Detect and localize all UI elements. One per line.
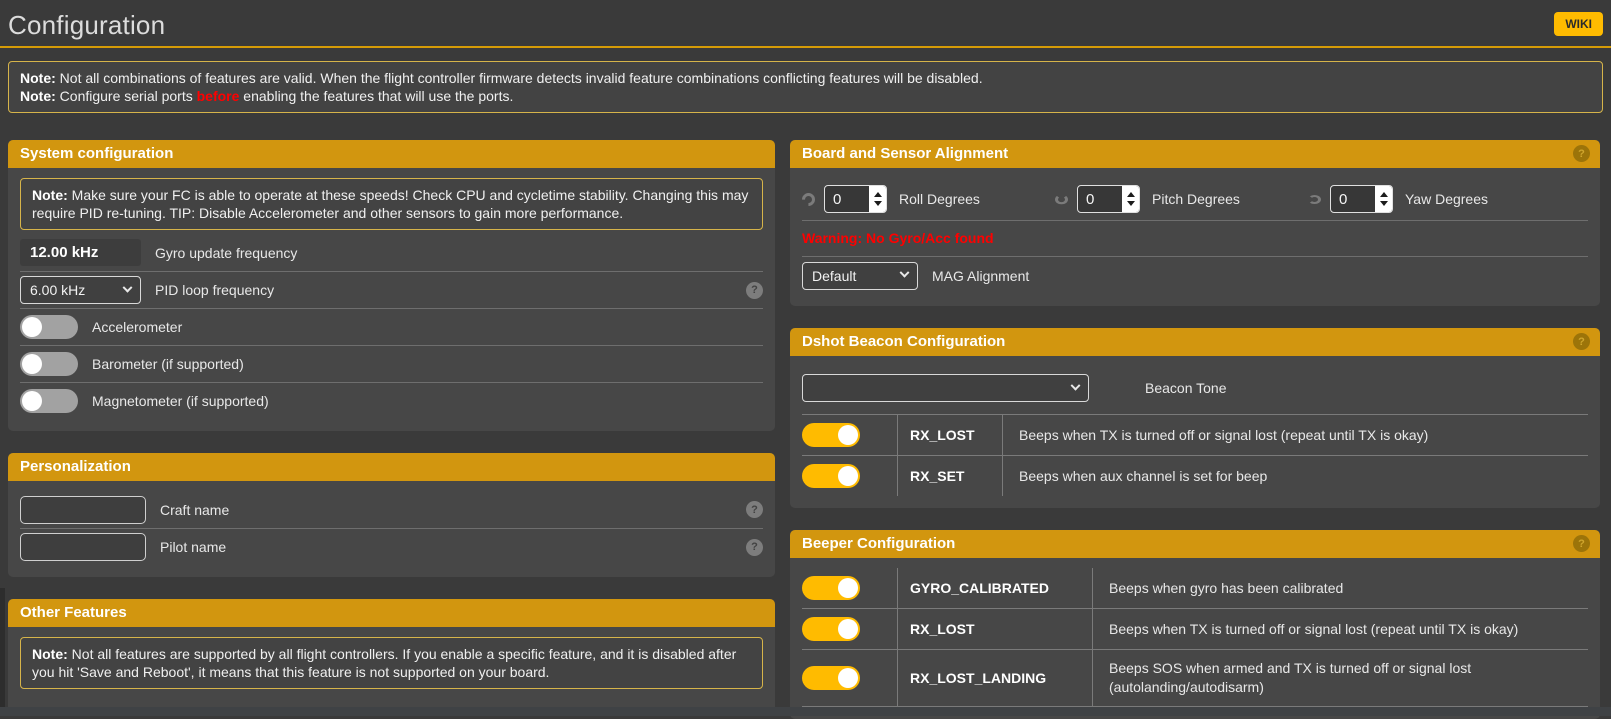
pitch-degrees-input-group [1077,185,1140,213]
barometer-row: Barometer (if supported) [20,345,763,382]
mag-alignment-row: Default MAG Alignment [802,257,1588,294]
craft-name-row: Craft name [20,491,763,528]
viewport-bottom-strip [0,707,1611,716]
gyro-calibrated-toggle[interactable] [802,576,860,600]
spin-down-icon [874,201,882,206]
dshot-rx-set-row: RX_SET Beeps when aux channel is set for… [802,456,1588,496]
beeper-configuration-panel: Beeper Configuration GYRO_CALIBRATED Bee… [790,530,1600,719]
system-configuration-panel: System configuration Note: Make sure you… [8,140,775,431]
accelerometer-toggle[interactable] [20,315,78,339]
roll-axis-group: Roll Degrees [802,185,1055,213]
beeper-configuration-header: Beeper Configuration [790,530,1600,558]
toggle-knob [838,425,858,445]
pid-frequency-select[interactable]: 6.00 kHz [20,276,141,304]
top-note-line2: Note: Configure serial ports before enab… [20,87,1591,105]
roll-spinner[interactable] [869,186,886,212]
dshot-rx-lost-row: RX_LOST Beeps when TX is turned off or s… [802,415,1588,456]
beacon-tone-select[interactable] [802,374,1089,402]
help-icon[interactable] [746,282,763,299]
toggle-knob [838,578,858,598]
help-icon[interactable] [746,539,763,556]
other-features-panel: Other Features Note: Not all features ar… [8,599,775,715]
spin-down-icon [1380,201,1388,206]
pitch-spinner[interactable] [1122,186,1139,212]
toggle-knob [22,354,42,374]
spin-down-icon [1127,201,1135,206]
magnetometer-row: Magnetometer (if supported) [20,382,763,419]
beeper-rx-lost-landing-row: RX_LOST_LANDING Beeps SOS when armed and… [802,650,1588,707]
magnetometer-toggle[interactable] [20,389,78,413]
pid-frequency-row: 6.00 kHz PID loop frequency [20,271,763,308]
spin-up-icon [874,192,882,197]
dshot-beacon-header: Dshot Beacon Configuration [790,328,1600,356]
dshot-beacon-panel: Dshot Beacon Configuration Beacon Tone R… [790,328,1600,508]
gyro-frequency-row: 12.00 kHz Gyro update frequency [20,234,763,271]
toggle-knob [838,668,858,688]
system-note-box: Note: Make sure your FC is able to opera… [20,178,763,230]
toggle-knob [22,391,42,411]
help-icon[interactable] [1573,535,1590,552]
board-sensor-alignment-panel: Board and Sensor Alignment Roll Degrees [790,140,1600,306]
mag-alignment-select[interactable]: Default [802,262,918,290]
personalization-header: Personalization [8,453,775,481]
gyro-frequency-label: Gyro update frequency [155,245,297,261]
chevron-down-icon [123,282,133,292]
barometer-toggle[interactable] [20,352,78,376]
system-configuration-header: System configuration [8,140,775,168]
beeper-rx-lost-row: RX_LOST Beeps when TX is turned off or s… [802,609,1588,650]
other-features-note-box: Note: Not all features are supported by … [20,637,763,689]
roll-degrees-input[interactable] [825,186,869,212]
page-title: Configuration [8,10,1611,41]
toggle-knob [838,466,858,486]
before-highlight: before [197,88,240,104]
toggle-knob [838,619,858,639]
pitch-degrees-input[interactable] [1078,186,1122,212]
yaw-spinner[interactable] [1375,186,1392,212]
yaw-degrees-input-group [1330,185,1393,213]
personalization-panel: Personalization Craft name Pilot name [8,453,775,577]
rx-lost-landing-toggle[interactable] [802,666,860,690]
chevron-down-icon [900,268,910,278]
pitch-rotation-icon [1055,194,1068,204]
rx-lost-toggle[interactable] [802,423,860,447]
roll-degrees-input-group [824,185,887,213]
spin-up-icon [1380,192,1388,197]
help-icon[interactable] [746,501,763,518]
rx-lost-beeper-toggle[interactable] [802,617,860,641]
chevron-down-icon [1071,380,1081,390]
accelerometer-row: Accelerometer [20,308,763,345]
craft-name-input[interactable] [20,496,146,524]
rx-set-toggle[interactable] [802,464,860,488]
help-icon[interactable] [1573,333,1590,350]
page-edge [0,588,5,716]
top-note-line1: Note: Not all combinations of features a… [20,69,1591,87]
beeper-gyro-calibrated-row: GYRO_CALIBRATED Beeps when gyro has been… [802,568,1588,609]
beacon-tone-row: Beacon Tone [802,366,1588,415]
yaw-rotation-icon [1308,194,1321,203]
help-icon[interactable] [1573,145,1590,162]
roll-rotation-icon [799,190,817,208]
wiki-button[interactable]: WIKI [1554,12,1603,36]
pilot-name-row: Pilot name [20,528,763,565]
toggle-knob [22,317,42,337]
spin-up-icon [1127,192,1135,197]
pid-frequency-label: PID loop frequency [155,282,274,298]
top-note-box: Note: Not all combinations of features a… [8,61,1603,113]
page-header: Configuration WIKI [0,0,1611,48]
gyro-frequency-value: 12.00 kHz [20,239,141,266]
gyro-warning-text: Warning: No Gyro/Acc found [802,221,1588,256]
pilot-name-input[interactable] [20,533,146,561]
yaw-axis-group: Yaw Degrees [1308,185,1488,213]
yaw-degrees-input[interactable] [1331,186,1375,212]
board-sensor-alignment-header: Board and Sensor Alignment [790,140,1600,168]
pitch-axis-group: Pitch Degrees [1055,185,1308,213]
alignment-axes-row: Roll Degrees Pitch Degrees [802,178,1588,220]
other-features-header: Other Features [8,599,775,627]
